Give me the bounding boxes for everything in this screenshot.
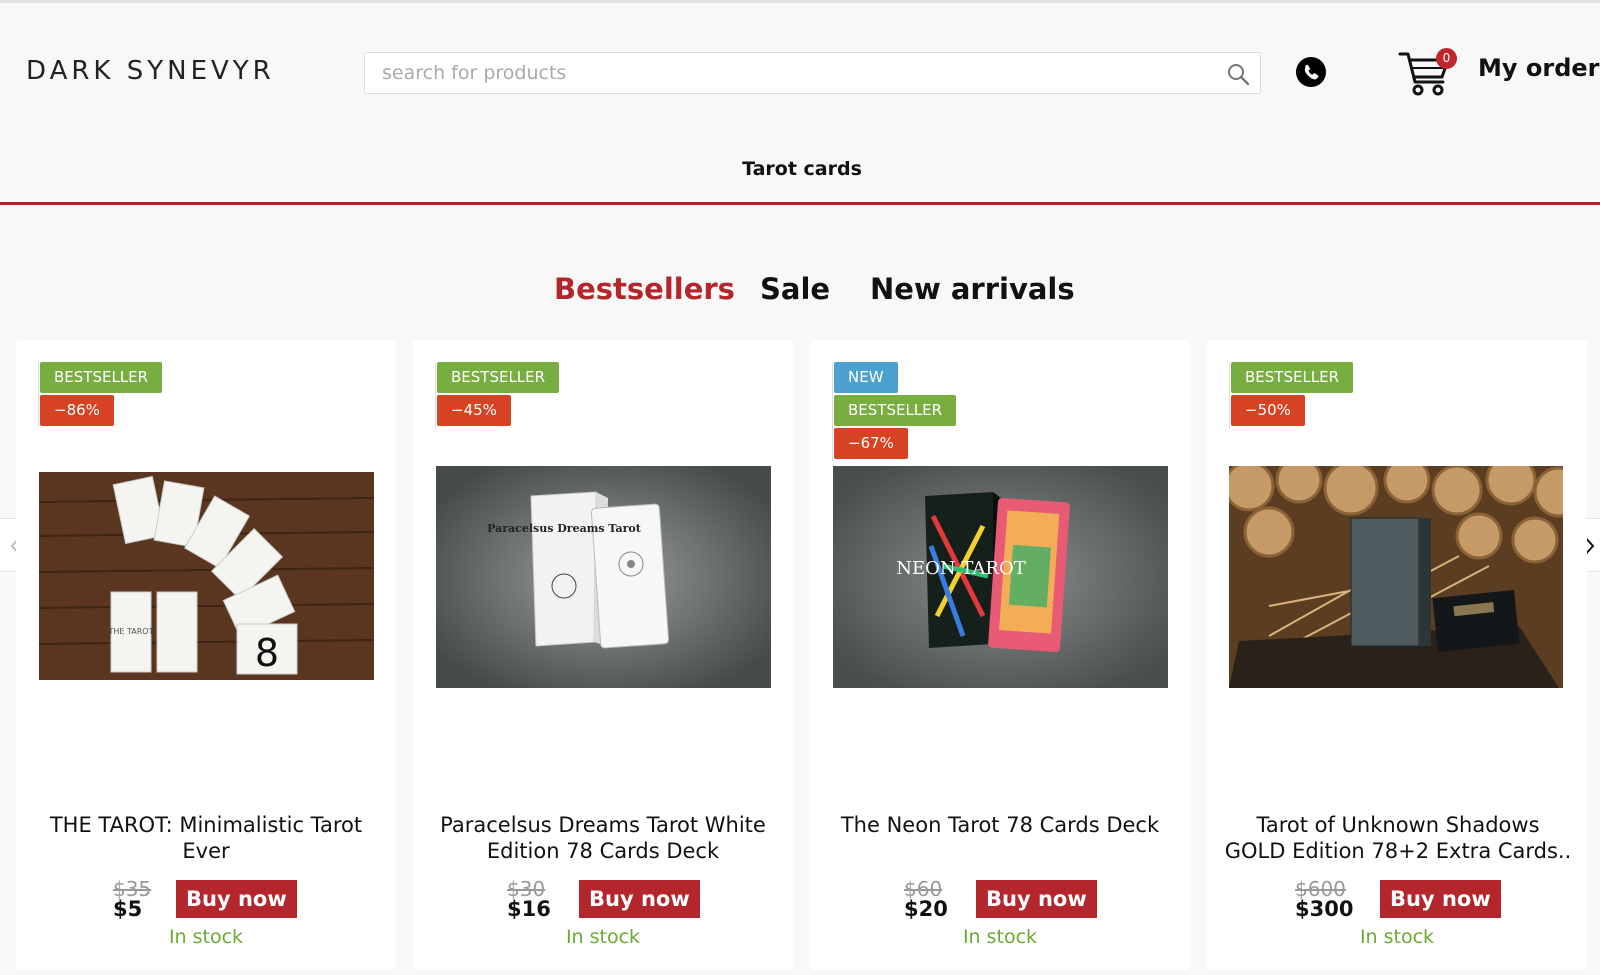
my-order-link[interactable]: My order <box>1478 54 1600 82</box>
discount-badge: −86% <box>40 395 114 426</box>
neon-tarot-photo: NEON TAROT <box>833 466 1168 688</box>
phone-icon[interactable] <box>1295 56 1327 88</box>
tab-bestsellers[interactable]: Bestsellers <box>554 272 735 306</box>
bestseller-badge: BESTSELLER <box>834 395 957 426</box>
product-title[interactable]: The Neon Tarot 78 Cards Deck <box>830 812 1170 838</box>
stock-status: In stock <box>565 926 641 948</box>
price: $20 <box>904 897 948 921</box>
buy-now-button[interactable]: Buy now <box>1380 880 1501 918</box>
tarot-cards-photo: THE TAROT 8 <box>39 472 374 680</box>
nav-item-tarot-cards[interactable]: Tarot cards <box>0 158 1600 180</box>
nav-item-label[interactable]: Tarot cards <box>742 158 862 180</box>
discount-badge: −45% <box>437 395 511 426</box>
stock-status: In stock <box>962 926 1038 948</box>
product-card[interactable]: BESTSELLER −86% THE TAROT 8 THE TAROT: M… <box>16 340 396 970</box>
product-card[interactable]: BESTSELLER −45% Paracelsus Dreams Tarot … <box>413 340 793 970</box>
product-card[interactable]: BESTSELLER −50% Tarot of Unknown Shadows… <box>1207 340 1587 970</box>
card-number: 8 <box>255 631 279 675</box>
product-card[interactable]: NEW BESTSELLER −67% NEON TAROT The Neon … <box>810 340 1190 970</box>
discount-badge: −67% <box>834 428 908 459</box>
stock-status: In stock <box>168 926 244 948</box>
card-text: THE TAROT <box>108 627 154 636</box>
site-logo[interactable]: DARK SYNEVYR <box>26 56 275 86</box>
badge-group: BESTSELLER −86% <box>38 362 163 428</box>
search-icon[interactable] <box>1226 62 1250 86</box>
top-border <box>0 0 1600 3</box>
badge-group: NEW BESTSELLER −67% <box>832 362 957 461</box>
buy-now-button[interactable]: Buy now <box>579 880 700 918</box>
tab-new-arrivals[interactable]: New arrivals <box>870 272 1075 306</box>
tab-sale[interactable]: Sale <box>760 272 830 306</box>
product-title[interactable]: Tarot of Unknown Shadows GOLD Edition 78… <box>1223 812 1573 864</box>
price: $16 <box>507 897 551 921</box>
product-title[interactable]: Paracelsus Dreams Tarot White Edition 78… <box>433 812 773 864</box>
badge-group: BESTSELLER −45% <box>435 362 560 428</box>
product-image[interactable] <box>1229 466 1563 688</box>
search-input[interactable] <box>365 53 1260 93</box>
badge-group: BESTSELLER −50% <box>1229 362 1354 428</box>
shadows-tarot-photo <box>1229 466 1563 688</box>
new-badge: NEW <box>834 362 898 393</box>
product-title[interactable]: THE TAROT: Minimalistic Tarot Ever <box>36 812 376 864</box>
tarot-deck-photo: Paracelsus Dreams Tarot <box>436 466 771 688</box>
price: $300 <box>1295 897 1354 921</box>
deck-title-text: Paracelsus Dreams Tarot <box>487 522 642 535</box>
product-image[interactable]: NEON TAROT <box>833 466 1168 688</box>
search-bar[interactable] <box>364 52 1261 94</box>
stock-status: In stock <box>1359 926 1435 948</box>
buy-now-button[interactable]: Buy now <box>176 880 297 918</box>
price: $5 <box>113 897 143 921</box>
nav-divider <box>0 202 1600 205</box>
discount-badge: −50% <box>1231 395 1305 426</box>
cart-count-badge: 0 <box>1436 48 1457 69</box>
bestseller-badge: BESTSELLER <box>40 362 163 393</box>
product-image[interactable]: THE TAROT 8 <box>39 472 374 680</box>
buy-now-button[interactable]: Buy now <box>976 880 1097 918</box>
bestseller-badge: BESTSELLER <box>437 362 560 393</box>
bestseller-badge: BESTSELLER <box>1231 362 1354 393</box>
product-image[interactable]: Paracelsus Dreams Tarot <box>436 466 771 688</box>
deck-title-text: NEON TAROT <box>896 558 1025 579</box>
